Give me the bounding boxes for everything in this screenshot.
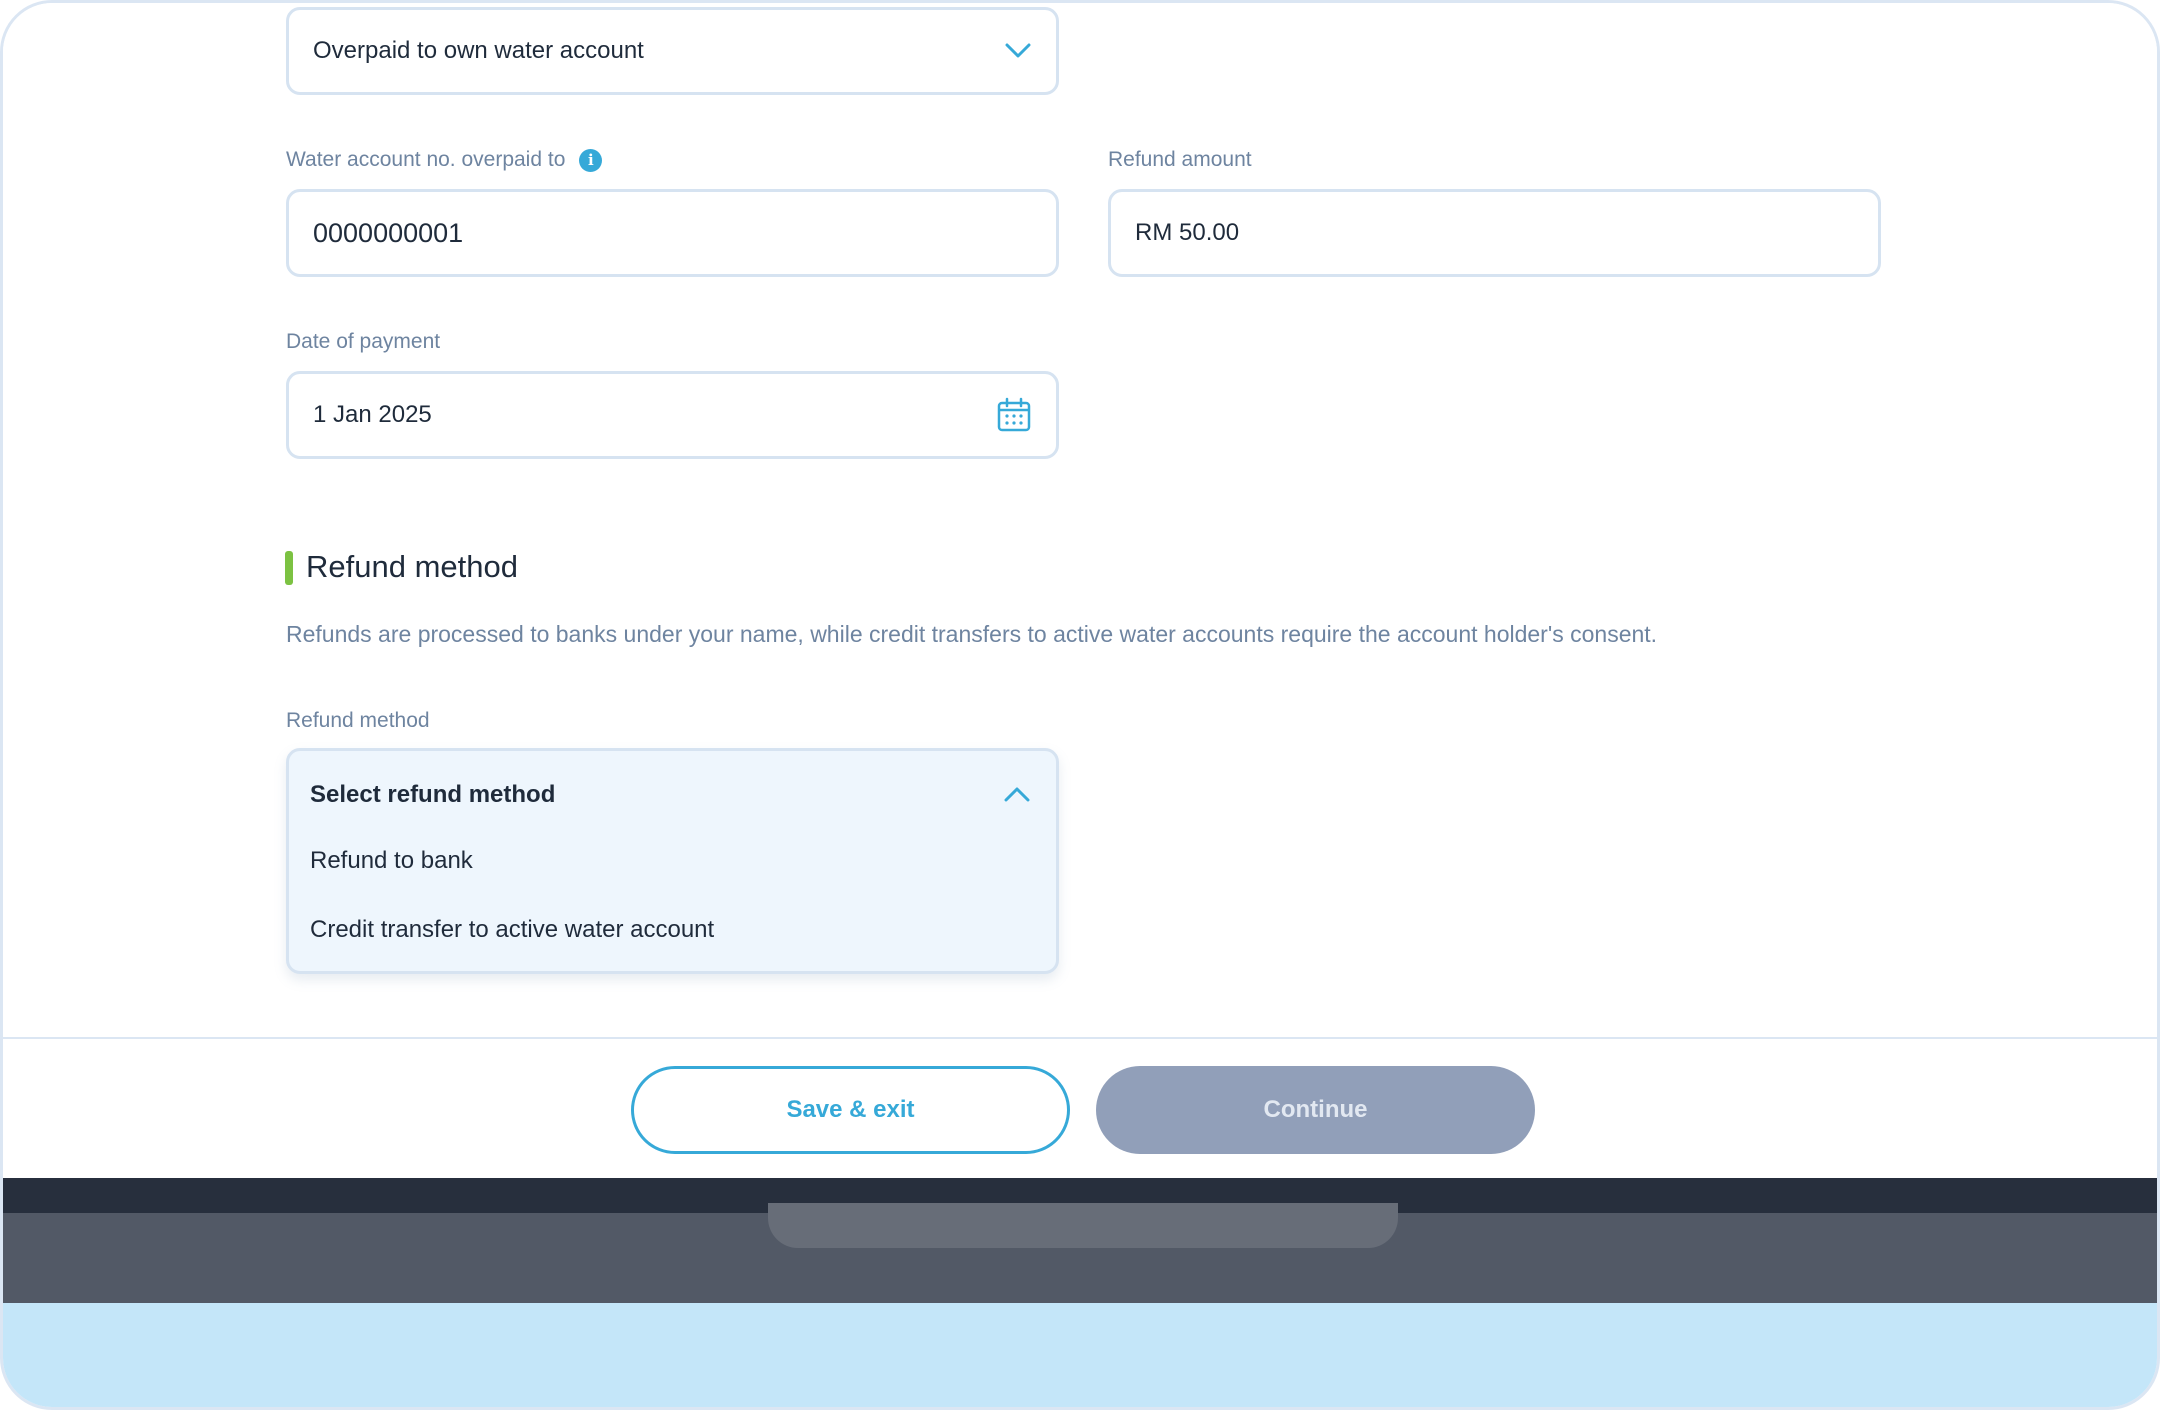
water-account-label-text: Water account no. overpaid to [286,148,566,171]
overpaid-type-select[interactable]: Overpaid to own water account [286,7,1059,95]
refund-method-description: Refunds are processed to banks under you… [286,621,1658,647]
app-window: Overpaid to own water account Water acco… [0,0,2160,1410]
option-credit-transfer[interactable]: Credit transfer to active water account [310,916,714,944]
section-marker [285,551,293,585]
calendar-icon[interactable] [996,397,1032,433]
refund-amount-label: Refund amount [1108,148,1252,171]
home-indicator [768,1203,1398,1248]
chevron-up-icon[interactable] [1003,785,1031,803]
refund-amount-value: RM 50.00 [1135,219,1240,246]
form-content: Overpaid to own water account Water acco… [3,3,2157,1038]
continue-button[interactable]: Continue [1096,1066,1535,1154]
overpaid-type-value: Overpaid to own water account [313,37,644,64]
option-refund-to-bank[interactable]: Refund to bank [310,847,473,875]
save-exit-button[interactable]: Save & exit [631,1066,1070,1154]
water-account-value: 0000000001 [313,217,464,248]
footer-divider [3,1037,2157,1039]
date-of-payment-input[interactable]: 1 Jan 2025 [286,371,1059,459]
info-icon[interactable]: i [579,148,603,172]
refund-method-dropdown[interactable]: Select refund method Refund to bank Cred… [286,748,1059,974]
date-of-payment-label: Date of payment [286,330,441,353]
refund-method-placeholder[interactable]: Select refund method [310,781,555,809]
refund-method-title: Refund method [306,549,518,584]
background-area [3,1303,2157,1407]
water-account-label: Water account no. overpaid to i [286,148,603,172]
date-of-payment-value: 1 Jan 2025 [313,401,432,428]
water-account-input[interactable]: 0000000001 [286,189,1059,277]
chevron-down-icon [1004,42,1032,60]
refund-amount-input[interactable]: RM 50.00 [1108,189,1881,277]
refund-method-field-label: Refund method [286,709,430,732]
